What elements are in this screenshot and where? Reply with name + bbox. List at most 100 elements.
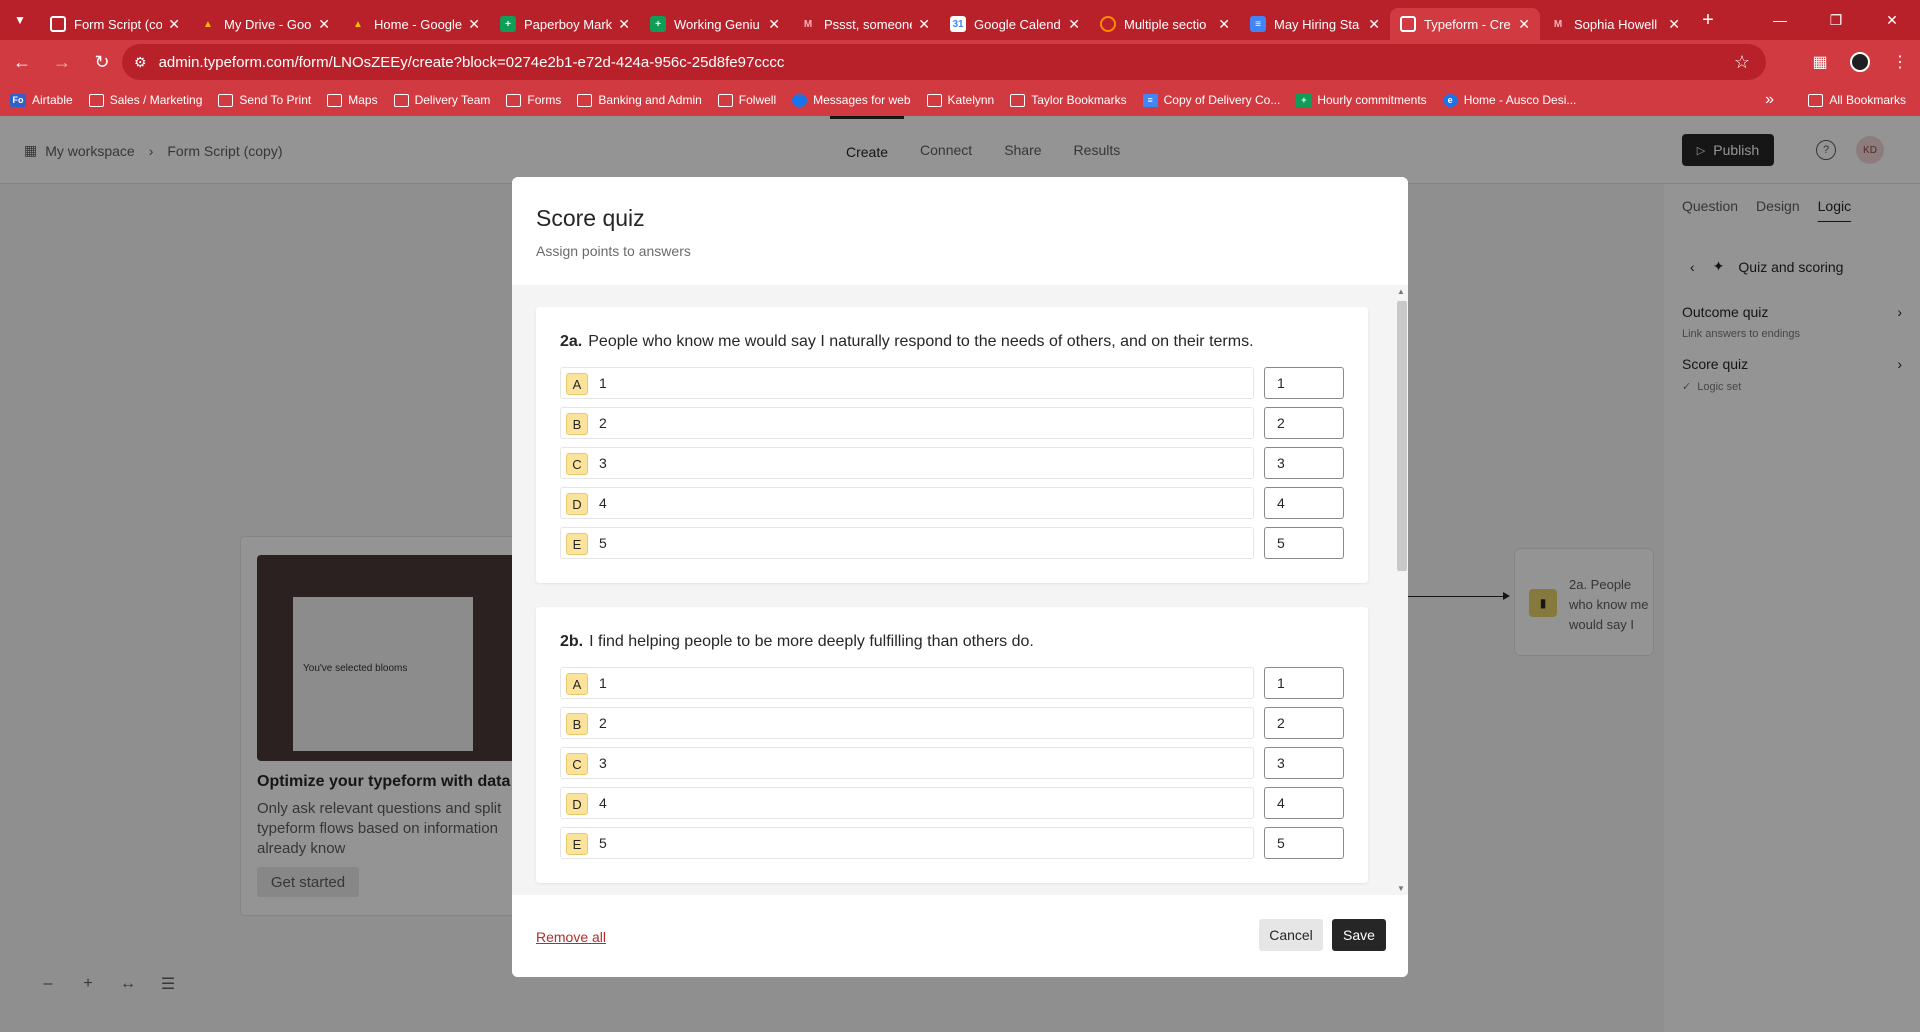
points-input[interactable] — [1264, 707, 1344, 739]
bookmark-folder[interactable]: Maps — [327, 93, 378, 107]
bookmark-label: Airtable — [32, 93, 73, 107]
reload-icon[interactable]: ↻ — [84, 44, 120, 80]
close-icon[interactable]: ✕ — [1518, 16, 1530, 33]
points-input[interactable] — [1264, 367, 1344, 399]
more-vert-icon[interactable]: ⋮ — [1880, 52, 1920, 72]
typeform-icon — [1400, 16, 1416, 32]
close-icon[interactable]: ✕ — [918, 16, 930, 33]
bookmark-folder[interactable]: Folwell — [717, 93, 776, 107]
answer-text: 1 — [599, 675, 607, 691]
cancel-button[interactable]: Cancel — [1259, 919, 1323, 951]
site-info-icon[interactable]: ⚙ — [134, 54, 147, 71]
answer-key: E — [566, 533, 588, 555]
bookmarks-overflow-icon[interactable]: » — [1765, 91, 1774, 109]
tab-title: Multiple sectio — [1124, 16, 1207, 32]
browser-tab-1[interactable]: Form Script (co ✕ — [40, 8, 190, 40]
bookmark-label: Hourly commitments — [1317, 93, 1427, 107]
forward-arrow-icon[interactable]: → — [44, 44, 80, 80]
answer-row: E5 — [560, 827, 1344, 859]
close-icon[interactable]: ✕ — [768, 16, 780, 33]
points-input[interactable] — [1264, 487, 1344, 519]
bookmark-folder[interactable]: Katelynn — [926, 93, 994, 107]
browser-tab-11[interactable]: M Sophia Howell ✕ — [1540, 8, 1690, 40]
address-bar[interactable]: ⚙ admin.typeform.com/form/LNOsZEEy/creat… — [122, 44, 1766, 80]
close-icon[interactable]: ✕ — [168, 16, 180, 33]
tab-title: Paperboy Mark — [524, 16, 613, 32]
scrollbar-thumb[interactable] — [1397, 301, 1407, 571]
bookmark-folder[interactable]: Banking and Admin — [577, 93, 702, 107]
points-input[interactable] — [1264, 747, 1344, 779]
points-input[interactable] — [1264, 527, 1344, 559]
close-icon[interactable]: ✕ — [1218, 16, 1230, 33]
browser-tab-6[interactable]: M Pssst, someone ✕ — [790, 8, 940, 40]
bookmarks-bar: Fo Airtable Sales / Marketing Send To Pri… — [0, 84, 1920, 116]
bookmark-label: Messages for web — [813, 93, 911, 107]
close-window-icon[interactable]: ✕ — [1864, 0, 1920, 40]
answer-row: B2 — [560, 707, 1344, 739]
answer-text: 4 — [599, 495, 607, 511]
bookmark-folder[interactable]: Delivery Team — [393, 93, 490, 107]
restore-icon[interactable]: ❐ — [1808, 0, 1864, 40]
points-input[interactable] — [1264, 667, 1344, 699]
bookmark-folder[interactable]: Forms — [506, 93, 561, 107]
bookmark-airtable[interactable]: Fo Airtable — [10, 93, 73, 107]
close-icon[interactable]: ✕ — [318, 16, 330, 33]
bookmark-folder[interactable]: Send To Print — [218, 93, 311, 107]
modal-footer: Remove all Cancel Save — [512, 895, 1408, 977]
bookmark-messages[interactable]: Messages for web — [792, 93, 911, 107]
all-bookmarks-label: All Bookmarks — [1829, 93, 1906, 107]
url-text: admin.typeform.com/form/LNOsZEEy/create?… — [158, 53, 785, 71]
minimize-icon[interactable]: — — [1752, 0, 1808, 40]
answer-key: C — [566, 753, 588, 775]
browser-tab-3[interactable]: ▲ Home - Google ✕ — [340, 8, 490, 40]
save-button[interactable]: Save — [1332, 919, 1386, 951]
new-tab-plus-icon[interactable]: + — [1690, 0, 1726, 40]
bookmark-ausco[interactable]: e Home - Ausco Desi... — [1442, 93, 1576, 107]
close-icon[interactable]: ✕ — [618, 16, 630, 33]
points-input[interactable] — [1264, 787, 1344, 819]
tab-title: Sophia Howell — [1574, 16, 1658, 32]
browser-tab-7[interactable]: 31 Google Calend ✕ — [940, 8, 1090, 40]
docs-icon: ≡ — [1250, 16, 1266, 32]
answer-text: 3 — [599, 455, 607, 471]
bookmark-sheets[interactable]: + Hourly commitments — [1296, 93, 1427, 107]
modal-scrollbar[interactable]: ▲ ▼ — [1394, 285, 1408, 895]
browser-tab-9[interactable]: ≡ May Hiring Sta ✕ — [1240, 8, 1390, 40]
close-icon[interactable]: ✕ — [1068, 16, 1080, 33]
modal-scroll-area[interactable]: 2a. People who know me would say I natura… — [512, 285, 1408, 895]
scroll-up-icon[interactable]: ▲ — [1397, 287, 1405, 296]
folder-icon — [717, 93, 733, 107]
browser-tab-4[interactable]: + Paperboy Mark ✕ — [490, 8, 640, 40]
points-input[interactable] — [1264, 827, 1344, 859]
close-icon[interactable]: ✕ — [1668, 16, 1680, 33]
browser-tab-8[interactable]: Multiple sectio ✕ — [1090, 8, 1240, 40]
extensions-icon[interactable]: ▦ — [1800, 52, 1840, 72]
back-arrow-icon[interactable]: ← — [4, 44, 40, 80]
points-input[interactable] — [1264, 407, 1344, 439]
points-input[interactable] — [1264, 447, 1344, 479]
bookmark-folder[interactable]: Taylor Bookmarks — [1010, 93, 1127, 107]
browser-tab-active[interactable]: Typeform - Cre ✕ — [1390, 8, 1540, 40]
close-icon[interactable]: ✕ — [468, 16, 480, 33]
airtable-icon: Fo — [10, 93, 26, 107]
sheets-icon: + — [650, 16, 666, 32]
answer-key: D — [566, 493, 588, 515]
answer-key: C — [566, 453, 588, 475]
profile-avatar-icon[interactable] — [1850, 52, 1870, 72]
bookmark-docs[interactable]: ≡ Copy of Delivery Co... — [1142, 93, 1280, 107]
bookmark-star-icon[interactable]: ☆ — [1734, 52, 1750, 73]
tab-title: My Drive - Goo — [224, 16, 312, 32]
question-title: 2b. I find helping people to be more deep… — [560, 633, 1034, 651]
browser-tab-5[interactable]: + Working Geniu ✕ — [640, 8, 790, 40]
sheets-icon: + — [1296, 93, 1312, 107]
modal-subtitle: Assign points to answers — [536, 243, 691, 259]
tab-search-chevron-icon[interactable]: ▼ — [0, 0, 40, 40]
scroll-down-icon[interactable]: ▼ — [1397, 884, 1405, 893]
bookmark-folder[interactable]: Sales / Marketing — [88, 93, 202, 107]
all-bookmarks[interactable]: All Bookmarks — [1808, 93, 1906, 107]
folder-icon — [88, 93, 104, 107]
remove-all-link[interactable]: Remove all — [536, 929, 606, 945]
browser-tab-2[interactable]: ▲ My Drive - Goo ✕ — [190, 8, 340, 40]
close-icon[interactable]: ✕ — [1368, 16, 1380, 33]
tab-title: Form Script (co — [74, 16, 163, 32]
